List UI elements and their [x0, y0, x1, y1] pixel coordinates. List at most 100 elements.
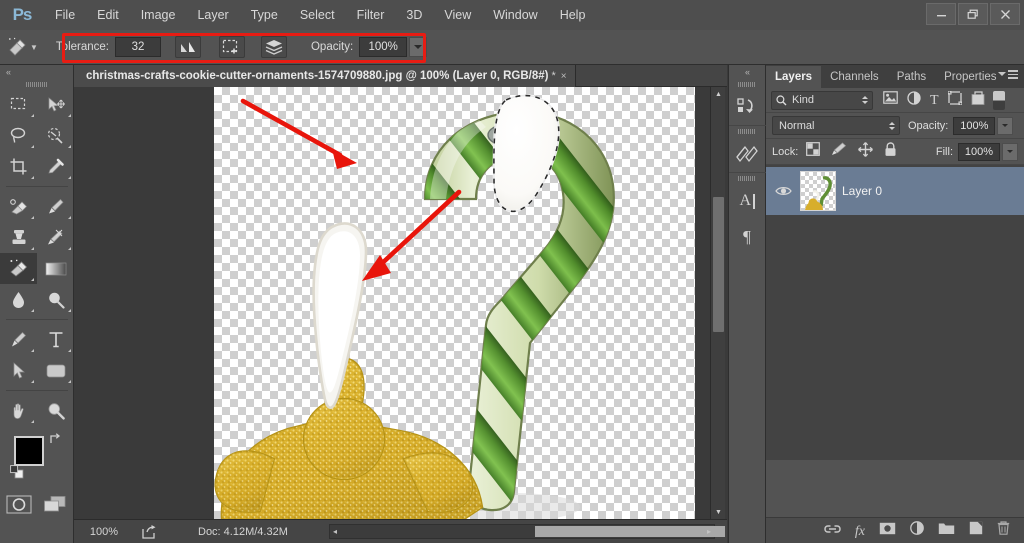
swap-colors-icon[interactable] [49, 432, 62, 448]
scroll-right-arrow-icon[interactable]: ▸ [707, 527, 711, 536]
scroll-down-arrow-icon[interactable]: ▼ [711, 505, 726, 519]
screen-mode-icon[interactable] [43, 495, 67, 519]
menu-window[interactable]: Window [482, 0, 548, 30]
vertical-scroll-thumb[interactable] [713, 197, 724, 332]
lock-position-icon[interactable] [858, 141, 874, 162]
zoom-level-field[interactable]: 100% [74, 526, 134, 538]
dock-drag-grip-3[interactable] [729, 173, 765, 183]
filter-smart-objects-icon[interactable] [971, 90, 986, 110]
layer-opacity-chevron-down-icon[interactable] [997, 116, 1014, 135]
dodge-tool[interactable] [37, 284, 74, 315]
anti-alias-icon[interactable] [174, 36, 201, 58]
toolbar-collapse-button[interactable]: « [0, 65, 73, 79]
eyedropper-tool[interactable] [37, 151, 74, 182]
paragraph-panel-icon[interactable]: ¶ [729, 219, 765, 255]
filter-shape-layers-icon[interactable] [947, 89, 963, 110]
minimize-button[interactable] [926, 3, 956, 25]
close-button[interactable] [990, 3, 1020, 25]
path-selection-tool[interactable] [0, 355, 37, 386]
menu-select[interactable]: Select [289, 0, 346, 30]
menu-file[interactable]: File [44, 0, 86, 30]
dock-collapse-button[interactable]: « [729, 65, 765, 79]
fill-value[interactable]: 100% [958, 142, 1000, 161]
filter-kind-select[interactable]: Kind [771, 90, 873, 110]
canvas-artwork[interactable] [214, 87, 695, 519]
crop-tool[interactable] [0, 151, 37, 182]
new-layer-icon[interactable] [969, 521, 983, 540]
sample-all-layers-icon[interactable] [260, 36, 287, 58]
layer-name[interactable]: Layer 0 [842, 184, 882, 198]
menu-3d[interactable]: 3D [395, 0, 433, 30]
link-layers-icon[interactable] [824, 522, 841, 540]
brush-tool[interactable] [37, 191, 74, 222]
eraser-tool[interactable] [0, 253, 37, 284]
character-panel-icon[interactable]: A [729, 183, 765, 219]
blend-mode-select[interactable]: Normal [772, 116, 900, 135]
hand-tool[interactable] [0, 395, 37, 426]
layer-thumbnail[interactable] [800, 171, 836, 211]
rectangular-marquee-tool[interactable] [0, 89, 37, 120]
scroll-up-arrow-icon[interactable]: ▲ [711, 87, 726, 101]
zoom-tool[interactable] [37, 395, 74, 426]
history-brush-tool[interactable] [37, 222, 74, 253]
lasso-tool[interactable] [0, 120, 37, 151]
layer-visibility-eye-icon[interactable] [772, 185, 794, 197]
menu-layer[interactable]: Layer [186, 0, 239, 30]
restore-button[interactable] [958, 3, 988, 25]
pen-tool[interactable] [0, 324, 37, 355]
layer-style-fx-icon[interactable]: fx [855, 522, 865, 540]
default-colors-icon[interactable] [10, 465, 24, 484]
lock-transparent-pixels-icon[interactable] [806, 142, 821, 161]
close-icon[interactable]: × [561, 71, 567, 82]
toolbar-drag-grip[interactable] [0, 79, 73, 89]
canvas-vertical-scrollbar[interactable]: ▲ ▼ [710, 87, 725, 519]
document-tab[interactable]: christmas-crafts-cookie-cutter-ornaments… [74, 65, 576, 87]
foreground-color-swatch[interactable] [14, 436, 44, 466]
menu-view[interactable]: View [433, 0, 482, 30]
menu-filter[interactable]: Filter [346, 0, 396, 30]
lock-all-icon[interactable] [884, 141, 897, 162]
move-tool[interactable] [37, 89, 74, 120]
type-tool[interactable] [37, 324, 74, 355]
panel-menu-icon[interactable] [998, 70, 1018, 79]
tool-preset-chevron-down-icon[interactable]: ▼ [30, 43, 38, 52]
horizontal-scroll-thumb[interactable] [535, 526, 725, 537]
tab-layers[interactable]: Layers [766, 66, 822, 88]
lock-image-pixels-icon[interactable] [831, 142, 847, 161]
menu-edit[interactable]: Edit [86, 0, 130, 30]
add-layer-mask-icon[interactable] [879, 522, 896, 540]
contiguous-icon[interactable] [218, 36, 245, 58]
scroll-left-arrow-icon[interactable]: ◂ [333, 527, 337, 536]
menu-image[interactable]: Image [130, 0, 187, 30]
layer-opacity-value[interactable]: 100% [953, 116, 996, 135]
filter-kind-spinner-icon[interactable] [862, 96, 868, 104]
spot-healing-brush-tool[interactable] [0, 191, 37, 222]
new-group-icon[interactable] [938, 522, 955, 540]
filter-pixel-layers-icon[interactable] [883, 91, 898, 109]
filter-toggle-icon[interactable] [992, 90, 1005, 110]
filter-adjustment-layers-icon[interactable] [907, 90, 921, 110]
history-actions-icon[interactable] [729, 89, 765, 125]
adjustments-styles-icon[interactable] [729, 136, 765, 172]
tolerance-input[interactable]: 32 [114, 37, 161, 57]
tab-paths[interactable]: Paths [888, 66, 935, 88]
share-icon[interactable] [134, 524, 164, 539]
clone-stamp-tool[interactable] [0, 222, 37, 253]
rectangle-tool[interactable] [37, 355, 74, 386]
filter-type-layers-icon[interactable]: T [930, 91, 939, 109]
tab-properties[interactable]: Properties [935, 66, 1005, 88]
quick-mask-icon[interactable] [6, 495, 32, 519]
menu-type[interactable]: Type [240, 0, 289, 30]
delete-layer-icon[interactable] [997, 521, 1010, 540]
blend-mode-spinner-icon[interactable] [889, 121, 895, 130]
canvas-horizontal-scrollbar[interactable]: ◂ ▸ [329, 524, 725, 539]
tab-channels[interactable]: Channels [821, 66, 888, 88]
menu-help[interactable]: Help [549, 0, 597, 30]
magic-eraser-icon[interactable] [0, 30, 34, 65]
opacity-input[interactable]: 100% [359, 37, 408, 57]
quick-selection-tool[interactable] [37, 120, 74, 151]
blur-tool[interactable] [0, 284, 37, 315]
fill-chevron-down-icon[interactable] [1002, 142, 1018, 161]
canvas-area[interactable] [74, 87, 727, 519]
new-adjustment-layer-icon[interactable] [910, 521, 924, 540]
